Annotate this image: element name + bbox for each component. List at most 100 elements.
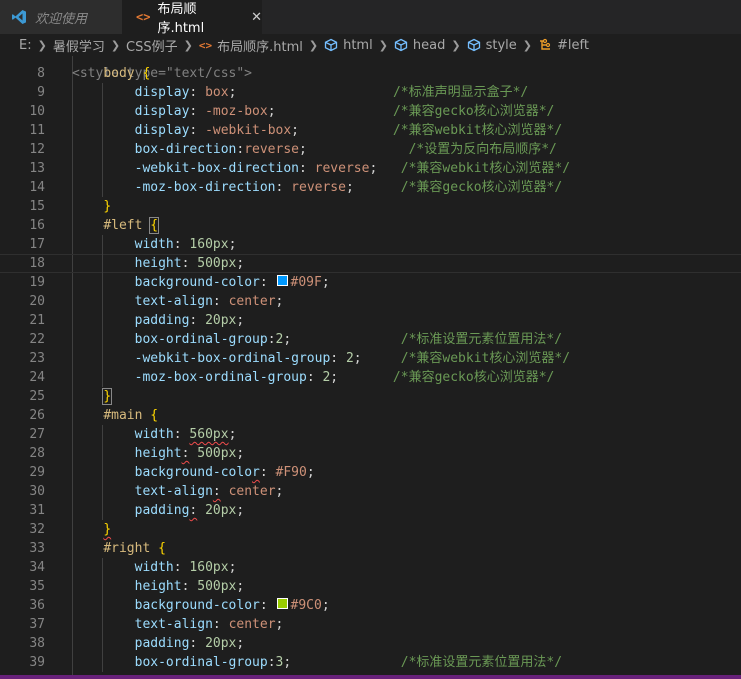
code-line[interactable]: 24 -moz-box-ordinal-group: 2; /*兼容gecko核… <box>0 368 741 387</box>
line-number: 24 <box>29 370 45 385</box>
code-line-partial: <style type="text/css"> <box>0 56 741 81</box>
code-token: ; <box>236 446 245 461</box>
code-line[interactable]: 20 text-align: center; <box>0 292 741 311</box>
code-text: #right { <box>72 539 166 558</box>
code-line[interactable]: 36 background-color: #9C0; <box>0 596 741 615</box>
code-token: : <box>299 161 315 176</box>
code-line[interactable]: 10 display: -moz-box; /*兼容gecko核心浏览器*/ <box>0 102 741 121</box>
breadcrumb-drive[interactable]: E: <box>19 38 32 53</box>
chevron-right-icon: ❯ <box>378 38 388 52</box>
line-number: 37 <box>29 617 45 632</box>
code-line[interactable]: 31 padding: 20px; <box>0 501 741 520</box>
code-token: body <box>103 66 135 81</box>
code-token: : <box>259 275 276 290</box>
code-token: 2 <box>345 351 354 366</box>
code-line[interactable]: 16 #left { <box>0 216 741 235</box>
code-line[interactable]: 37 text-align: center; <box>0 615 741 634</box>
code-line[interactable]: 17 width: 160px; <box>0 235 741 254</box>
line-number: 26 <box>29 408 45 423</box>
code-line[interactable]: 23 -webkit-box-ordinal-group: 2; /*兼容web… <box>0 349 741 368</box>
line-number: 18 <box>29 256 45 271</box>
breadcrumb-html[interactable]: html <box>324 38 373 53</box>
code-token: #09F <box>290 275 322 290</box>
code-line[interactable]: 38 padding: 20px; <box>0 634 741 653</box>
line-number: 38 <box>29 636 45 651</box>
code-token: /*兼容gecko核心浏览器*/ <box>392 104 555 119</box>
code-line[interactable]: 12 box-direction:reverse; /*设置为反向布局顺序*/ <box>0 140 741 159</box>
code-token: center <box>228 294 276 309</box>
code-token: ; <box>267 104 276 119</box>
code-line[interactable]: 30 text-align: center; <box>0 482 741 501</box>
chevron-right-icon: ❯ <box>308 38 319 52</box>
code-line[interactable]: 39 box-ordinal-group:3; /*标准设置元素位置用法*/ <box>0 653 741 672</box>
code-token: box-direction <box>134 142 237 157</box>
code-line[interactable]: 26 #main { <box>0 406 741 425</box>
code-line[interactable]: 14 -moz-box-direction: reverse; /*兼容geck… <box>0 178 741 197</box>
code-line[interactable]: 25 } <box>0 387 741 406</box>
breadcrumb-folder-summer[interactable]: 暑假学习 <box>53 36 105 55</box>
code-line[interactable]: 18 height: 500px; <box>0 254 741 273</box>
code-line[interactable]: 19 background-color: #09F; <box>0 273 741 292</box>
code-line[interactable]: 13 -webkit-box-direction: reverse; /*兼容w… <box>0 159 741 178</box>
html-file-icon: <> <box>198 38 213 52</box>
code-token: ; <box>275 484 284 499</box>
code-text: background-color: #09F; <box>72 273 330 292</box>
breadcrumb-style[interactable]: style <box>467 38 517 53</box>
code-token: : <box>212 617 229 632</box>
breadcrumb-folder-css[interactable]: CSS例子 <box>126 36 178 55</box>
color-swatch[interactable] <box>276 598 288 609</box>
code-line[interactable]: 32 } <box>0 520 741 539</box>
code-line[interactable]: 27 width: 560px; <box>0 425 741 444</box>
code-text: display: -webkit-box; /*兼容webkit核心浏览器*/ <box>72 121 563 140</box>
tab-layout-order[interactable]: <> 布局顺序.html ✕ <box>122 0 262 36</box>
code-line[interactable]: 29 background-color: #F90; <box>0 463 741 482</box>
breadcrumb-head[interactable]: head <box>394 38 445 53</box>
code-token: /*标准声明显示盒子*/ <box>392 85 529 100</box>
code-line[interactable]: 22 box-ordinal-group:2; /*标准设置元素位置用法*/ <box>0 330 741 349</box>
code-token: -webkit-box <box>205 123 292 138</box>
code-token: #main <box>103 408 143 423</box>
code-token: -webkit-box-ordinal-group <box>134 351 331 366</box>
code-line[interactable]: 21 padding: 20px; <box>0 311 741 330</box>
code-line[interactable]: 35 height: 500px; <box>0 577 741 596</box>
code-editor[interactable]: <style type="text/css"> 8 body {9 displa… <box>0 56 741 679</box>
line-number: 16 <box>29 218 45 233</box>
code-token: ; <box>275 294 284 309</box>
line-number: 34 <box>29 560 45 575</box>
code-line[interactable]: 8 body { <box>0 64 741 83</box>
code-token: background-colo <box>134 465 253 480</box>
close-icon[interactable]: ✕ <box>251 10 262 25</box>
color-swatch[interactable] <box>276 275 288 286</box>
code-line[interactable]: 11 display: -webkit-box; /*兼容webkit核心浏览器… <box>0 121 741 140</box>
code-token: width <box>134 237 174 252</box>
line-number: 13 <box>29 161 45 176</box>
code-line[interactable]: 15 } <box>0 197 741 216</box>
code-token: { <box>149 217 160 234</box>
tab-welcome[interactable]: 欢迎使用 <box>0 0 122 34</box>
code-token: text-align <box>134 484 213 499</box>
breadcrumb-file[interactable]: <> 布局顺序.html <box>199 36 303 55</box>
code-token: /*标准设置元素位置用法*/ <box>400 655 563 670</box>
code-token: { <box>150 408 159 423</box>
code-line[interactable]: 28 height: 500px; <box>0 444 741 463</box>
code-token: reverse <box>291 180 346 195</box>
code-line[interactable]: 33 #right { <box>0 539 741 558</box>
code-token: text-align <box>134 294 213 309</box>
code-token: background-color <box>134 275 260 290</box>
code-token: : <box>259 465 276 480</box>
code-token: 500px <box>197 256 237 271</box>
breadcrumb-left[interactable]: #left <box>538 38 589 53</box>
code-line[interactable]: 9 display: box; /*标准声明显示盒子*/ <box>0 83 741 102</box>
code-line[interactable]: 34 width: 160px; <box>0 558 741 577</box>
